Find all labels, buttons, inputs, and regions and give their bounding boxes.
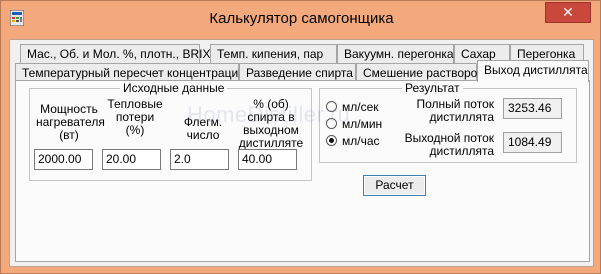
tab-mass-vol-mol[interactable]: Мас., Об. и Мол. %, плотн., BRIX bbox=[20, 44, 210, 63]
tab-label: Вакуумн. перегонка bbox=[344, 47, 454, 61]
power-input[interactable]: 2000.00 bbox=[34, 149, 93, 170]
full-flow-label: Полный поток дистиллята bbox=[416, 97, 494, 124]
full-flow-value: 3253.46 bbox=[503, 98, 562, 119]
power-label: Мощность нагревателя (вт) bbox=[36, 102, 105, 142]
output-flow-value: 1084.49 bbox=[503, 132, 562, 153]
tab-label: Выход дистиллята bbox=[484, 63, 588, 77]
tab-label: Температурный пересчет концентрации bbox=[22, 66, 245, 80]
close-icon: ✕ bbox=[562, 4, 574, 20]
unit-ml-per-hour-radio[interactable]: мл/час bbox=[326, 134, 406, 149]
radio-label: мл/час bbox=[342, 134, 380, 148]
tab-label: Смешение растворов bbox=[363, 66, 484, 80]
tab-label: Сахар bbox=[461, 47, 496, 61]
tab-label: Перегонка bbox=[517, 47, 576, 61]
heat-loss-label: Тепловые потери (%) bbox=[107, 97, 163, 137]
heat-loss-input[interactable]: 20.00 bbox=[102, 149, 161, 170]
tab-label: Мас., Об. и Мол. %, плотн., BRIX bbox=[27, 47, 211, 61]
client-area: Мас., Об. и Мол. %, плотн., BRIX Темп. к… bbox=[9, 39, 594, 267]
watermark: HomeDistiller.ru bbox=[187, 102, 351, 127]
tab-label: Разведение спирта bbox=[246, 66, 353, 80]
tab-label: Темп. кипения, пар bbox=[217, 47, 324, 61]
reflux-ratio-input[interactable]: 2.0 bbox=[170, 149, 229, 170]
output-flow-label: Выходной поток дистиллята bbox=[404, 131, 494, 158]
radio-circle-checked bbox=[326, 135, 337, 146]
tab-vacuum-distillation[interactable]: Вакуумн. перегонка bbox=[337, 44, 454, 63]
tab-boiling-temp[interactable]: Темп. кипения, пар bbox=[210, 44, 337, 63]
output-abv-input[interactable]: 40.00 bbox=[238, 149, 297, 170]
tab-distillate-output[interactable]: Выход дистиллята bbox=[477, 60, 589, 82]
calculate-button[interactable]: Расчет bbox=[363, 175, 426, 196]
result-group: Результат мл/сек мл/мин мл/час Полный по… bbox=[319, 81, 577, 163]
window-title: Калькулятор самогонщика bbox=[209, 10, 394, 27]
app-window: Калькулятор самогонщика ✕ Мас., Об. и Мо… bbox=[0, 0, 601, 274]
close-button[interactable]: ✕ bbox=[545, 2, 591, 23]
source-data-title: Исходные данные bbox=[120, 81, 228, 95]
title-bar[interactable]: Калькулятор самогонщика ✕ bbox=[1, 1, 601, 39]
result-title: Результат bbox=[402, 81, 463, 95]
